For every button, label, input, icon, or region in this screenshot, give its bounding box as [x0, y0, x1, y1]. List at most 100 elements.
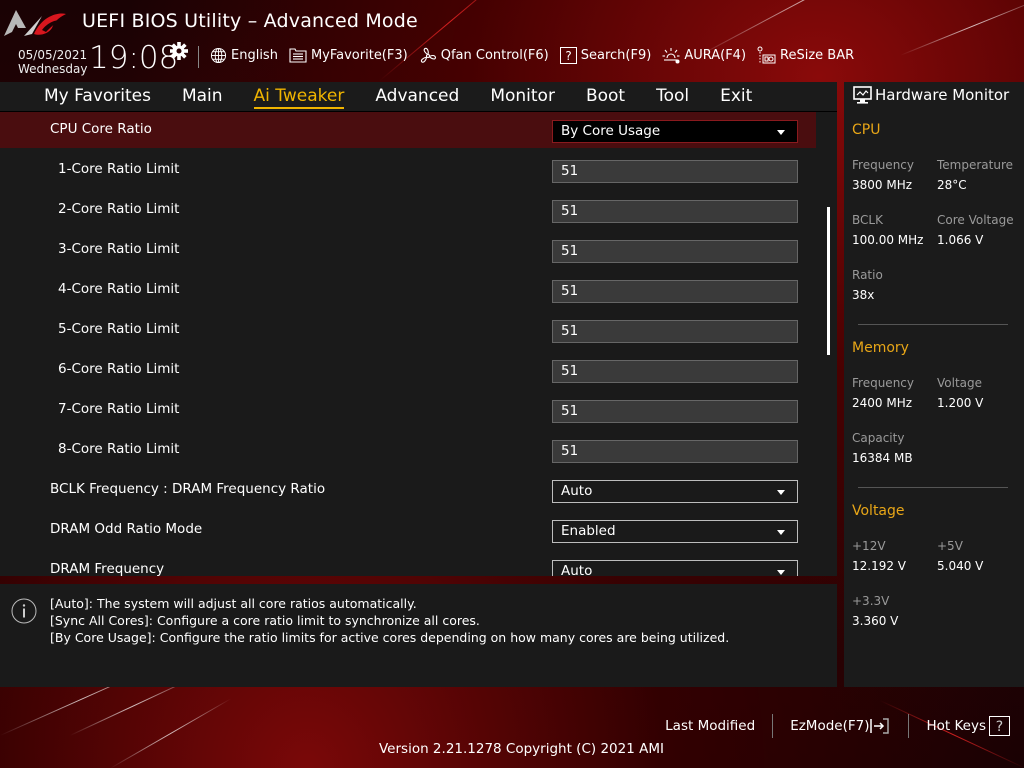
help-text: [Auto]: The system will adjust all core …	[50, 595, 729, 646]
settings-scrollbar[interactable]	[827, 207, 830, 355]
cpu-temperature-label: Temperature	[937, 158, 1014, 172]
hot-keys-button[interactable]: Hot Keys ?	[926, 716, 1010, 736]
language-button[interactable]: English	[210, 47, 278, 64]
svg-text:?: ?	[996, 719, 1003, 735]
question-box-icon: ?	[559, 47, 577, 64]
footer-divider	[772, 714, 774, 738]
memory-frequency-label: Frequency	[852, 376, 914, 390]
tab-boot[interactable]: Boot	[586, 85, 625, 109]
setting-row-1-core-ratio-limit[interactable]: 1-Core Ratio Limit 51	[0, 152, 816, 188]
myfavorite-label: MyFavorite(F3)	[310, 48, 408, 63]
fan-icon	[420, 47, 436, 63]
tab-ai-tweaker[interactable]: Ai Tweaker	[253, 85, 345, 109]
setting-row-2-core-ratio-limit[interactable]: 2-Core Ratio Limit 51	[0, 192, 816, 228]
tab-advanced[interactable]: Advanced	[375, 85, 459, 109]
search-label: Search(F9)	[580, 48, 652, 63]
resize-bar-label: ReSize BAR	[780, 48, 855, 63]
dram-odd-ratio-mode-select[interactable]: Enabled	[552, 520, 798, 543]
select-value: By Core Usage	[561, 123, 661, 139]
cpu-core-ratio-select[interactable]: By Core Usage	[552, 120, 798, 143]
cpu-temperature-value: 28°C	[937, 178, 967, 192]
bclk-dram-ratio-select[interactable]: Auto	[552, 480, 798, 503]
setting-label: 8-Core Ratio Limit	[58, 441, 180, 457]
footer-links: Last Modified EzMode(F7) Hot Keys ?	[665, 714, 1024, 738]
aura-button[interactable]: AURA(F4)	[662, 47, 746, 64]
ezmode-button[interactable]: EzMode(F7)	[790, 717, 891, 735]
setting-row-6-core-ratio-limit[interactable]: 6-Core Ratio Limit 51	[0, 352, 816, 388]
setting-label: 1-Core Ratio Limit	[58, 161, 180, 177]
help-line: [By Core Usage]: Configure the ratio lim…	[50, 630, 730, 645]
memory-frequency-value: 2400 MHz	[852, 396, 913, 410]
setting-label: 2-Core Ratio Limit	[58, 201, 180, 217]
dropdown-caret-icon	[777, 490, 785, 495]
last-modified-label: Last Modified	[665, 718, 756, 734]
aura-light-icon	[662, 48, 680, 64]
dram-frequency-select[interactable]: Auto	[552, 560, 798, 576]
weekday: Wednesday	[18, 62, 88, 76]
globe-icon	[210, 47, 227, 64]
v5-value: 5.040 V	[937, 559, 984, 573]
setting-row-5-core-ratio-limit[interactable]: 5-Core Ratio Limit 51	[0, 312, 816, 348]
v33-value: 3.360 V	[852, 614, 899, 628]
v5-label: +5V	[937, 539, 963, 553]
setting-label: 5-Core Ratio Limit	[58, 321, 180, 337]
cpu-frequency-value: 3800 MHz	[852, 178, 913, 192]
cpu-frequency-label: Frequency	[852, 158, 914, 172]
favorites-list-icon	[289, 48, 307, 63]
menu-bar: My Favorites Main Ai Tweaker Advanced Mo…	[0, 82, 837, 112]
capacity-label: Capacity	[852, 431, 905, 445]
tab-tool[interactable]: Tool	[656, 85, 689, 109]
setting-row-7-core-ratio-limit[interactable]: 7-Core Ratio Limit 51	[0, 392, 816, 428]
setting-row-bclk-dram-ratio[interactable]: BCLK Frequency : DRAM Frequency Ratio Au…	[0, 472, 816, 508]
7-core-ratio-limit-input[interactable]: 51	[552, 400, 798, 423]
ratio-value: 38x	[852, 288, 875, 302]
setting-label: DRAM Frequency	[50, 561, 165, 576]
date: 05/05/2021	[18, 48, 88, 62]
search-button[interactable]: ? Search(F9)	[559, 47, 652, 64]
tab-main[interactable]: Main	[182, 85, 223, 109]
setting-row-cpu-core-ratio[interactable]: CPU Core Ratio By Core Usage	[0, 112, 816, 148]
resize-bar-card-icon	[757, 46, 776, 64]
myfavorite-button[interactable]: MyFavorite(F3)	[289, 48, 408, 63]
rog-logo-icon	[4, 10, 66, 36]
core-voltage-value: 1.066 V	[937, 233, 984, 247]
date-display: 05/05/2021 Wednesday	[18, 48, 87, 76]
gear-icon[interactable]	[170, 42, 188, 60]
memory-voltage-label: Voltage	[937, 376, 983, 390]
setting-label: 4-Core Ratio Limit	[58, 281, 180, 297]
setting-label: 6-Core Ratio Limit	[58, 361, 180, 377]
setting-row-8-core-ratio-limit[interactable]: 8-Core Ratio Limit 51	[0, 432, 816, 468]
window-title: UEFI BIOS Utility – Advanced Mode	[82, 10, 418, 32]
setting-row-3-core-ratio-limit[interactable]: 3-Core Ratio Limit 51	[0, 232, 816, 268]
v12-value: 12.192 V	[852, 559, 907, 573]
bclk-label: BCLK	[852, 213, 883, 227]
3-core-ratio-limit-input[interactable]: 51	[552, 240, 798, 263]
tab-monitor[interactable]: Monitor	[490, 85, 555, 109]
section-divider	[858, 487, 1008, 488]
last-modified-button[interactable]: Last Modified	[665, 718, 755, 734]
2-core-ratio-limit-input[interactable]: 51	[552, 200, 798, 223]
v12-label: +12V	[852, 539, 886, 553]
setting-row-4-core-ratio-limit[interactable]: 4-Core Ratio Limit 51	[0, 272, 816, 308]
5-core-ratio-limit-input[interactable]: 51	[552, 320, 798, 343]
setting-label: BCLK Frequency : DRAM Frequency Ratio	[50, 481, 326, 497]
8-core-ratio-limit-input[interactable]: 51	[552, 440, 798, 463]
bclk-value: 100.00 MHz	[852, 233, 924, 247]
1-core-ratio-limit-input[interactable]: 51	[552, 160, 798, 183]
voltage-heading: Voltage	[852, 503, 905, 519]
4-core-ratio-limit-input[interactable]: 51	[552, 280, 798, 303]
tab-my-favorites[interactable]: My Favorites	[44, 85, 151, 109]
setting-row-dram-odd-ratio-mode[interactable]: DRAM Odd Ratio Mode Enabled	[0, 512, 816, 548]
help-line: [Sync All Cores]: Configure a core ratio…	[50, 613, 480, 628]
hardware-monitor-title: Hardware Monitor	[853, 86, 1009, 104]
tab-exit[interactable]: Exit	[720, 85, 752, 109]
memory-voltage-value: 1.200 V	[937, 396, 984, 410]
resize-bar-button[interactable]: ReSize BAR	[757, 46, 854, 65]
qfan-control-label: Qfan Control(F6)	[440, 48, 549, 63]
qfan-control-button[interactable]: Qfan Control(F6)	[419, 47, 549, 65]
header-divider	[198, 46, 199, 68]
6-core-ratio-limit-input[interactable]: 51	[552, 360, 798, 383]
dropdown-caret-icon	[777, 570, 785, 575]
setting-row-dram-frequency[interactable]: DRAM Frequency Auto	[0, 552, 816, 576]
core-voltage-label: Core Voltage	[937, 213, 1014, 227]
